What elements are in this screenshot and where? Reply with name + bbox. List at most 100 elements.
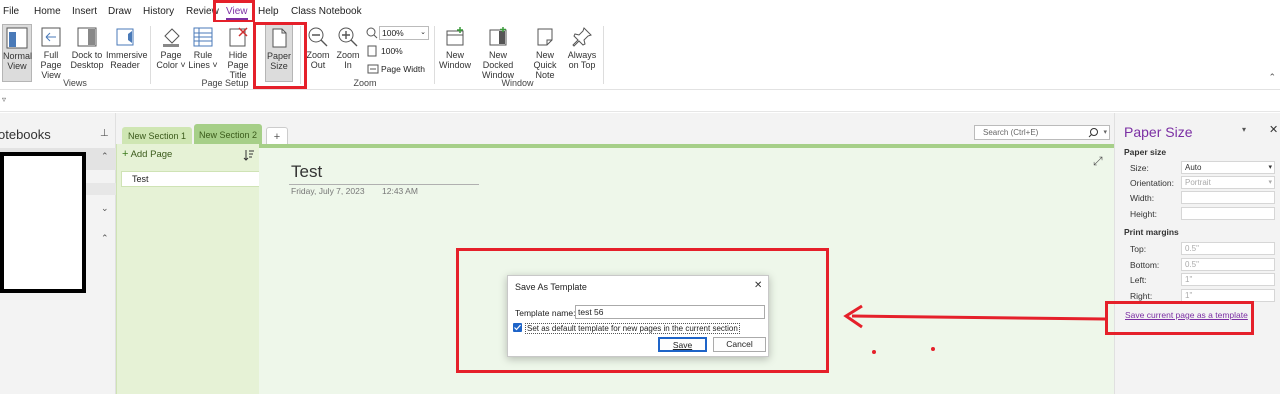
size-label: Size: bbox=[1130, 163, 1149, 173]
bottom-margin-field[interactable]: 0.5" bbox=[1181, 258, 1275, 271]
rule-lines-label-2: Lines ˅ bbox=[188, 60, 218, 70]
menu-class-notebook[interactable]: Class Notebook bbox=[291, 6, 362, 17]
normal-view-button[interactable]: Normal View bbox=[2, 24, 32, 82]
new-window-icon bbox=[446, 27, 464, 46]
menu-history[interactable]: History bbox=[143, 6, 174, 17]
zoom-group-label: Zoom bbox=[353, 78, 377, 88]
search-dropdown-icon[interactable]: ▾ bbox=[1103, 126, 1107, 139]
normal-view-icon bbox=[6, 27, 28, 49]
zoom-out-label-2: Out bbox=[310, 60, 326, 70]
always-top-label-1: Always bbox=[567, 50, 597, 60]
hundred-percent-button[interactable]: 100% bbox=[381, 46, 403, 56]
full-page-label-1: Full Page bbox=[40, 50, 62, 70]
normal-view-label-2: View bbox=[7, 61, 27, 71]
top-margin-field[interactable]: 0.5" bbox=[1181, 242, 1275, 255]
page-setup-group-label: Page Setup bbox=[201, 78, 249, 88]
chevron-down-icon[interactable]: ⌄ bbox=[101, 203, 109, 214]
chevron-down-icon: ⌄ bbox=[420, 29, 426, 36]
new-window-label-2: Window bbox=[438, 60, 471, 70]
menu-file[interactable]: File bbox=[3, 6, 19, 17]
notebooks-panel: otebooks ⊥ ⌃ ⌄ ⌃ bbox=[0, 113, 116, 394]
zoom-in-button[interactable]: Zoom In bbox=[334, 24, 362, 82]
page-item-test[interactable]: Test bbox=[121, 171, 260, 187]
page-color-button[interactable]: Page Color ˅ bbox=[154, 24, 188, 82]
menu-draw[interactable]: Draw bbox=[108, 6, 131, 17]
print-margins-heading: Print margins bbox=[1124, 227, 1179, 237]
height-field[interactable] bbox=[1181, 207, 1275, 220]
full-page-view-button[interactable]: Full Page View bbox=[34, 24, 68, 82]
chevron-up-icon[interactable]: ⌃ bbox=[101, 151, 109, 162]
new-docked-window-button[interactable]: New Docked Window bbox=[474, 24, 522, 82]
qat-customize-icon[interactable]: ▿ bbox=[2, 95, 6, 104]
pane-title: Paper Size bbox=[1124, 124, 1193, 140]
menu-insert[interactable]: Insert bbox=[72, 6, 97, 17]
full-page-icon bbox=[41, 27, 61, 47]
left-margin-field[interactable]: 1" bbox=[1181, 273, 1275, 286]
window-separator bbox=[603, 26, 604, 84]
add-page-label: Add Page bbox=[130, 149, 173, 160]
add-page-button[interactable]: + Add Page bbox=[122, 148, 172, 160]
chevron-down-icon: ▾ bbox=[1268, 179, 1272, 186]
new-window-label-1: New bbox=[445, 50, 464, 60]
dock-to-desktop-button[interactable]: Dock to Desktop bbox=[70, 24, 104, 82]
redacted-block bbox=[0, 152, 86, 293]
page-list-panel: + Add Page Test bbox=[116, 144, 260, 394]
zoom-in-label-1: Zoom bbox=[336, 50, 360, 60]
hide-page-title-button[interactable]: Hide Page Title bbox=[219, 24, 257, 82]
paper-size-heading: Paper size bbox=[1124, 147, 1167, 157]
height-label: Height: bbox=[1130, 209, 1157, 219]
chevron-up-icon[interactable]: ⌃ bbox=[101, 233, 109, 244]
orientation-value: Portrait bbox=[1185, 178, 1211, 187]
docked-window-icon bbox=[489, 27, 507, 46]
menu-help[interactable]: Help bbox=[258, 6, 279, 17]
left-margin-label: Left: bbox=[1130, 275, 1147, 285]
zoom-out-button[interactable]: Zoom Out bbox=[304, 24, 332, 82]
right-margin-label: Right: bbox=[1130, 291, 1153, 301]
views-separator bbox=[150, 26, 151, 84]
size-select[interactable]: Auto ▾ bbox=[1181, 161, 1275, 174]
dock-label-2: Desktop bbox=[70, 60, 104, 70]
page-date: Friday, July 7, 2023 bbox=[291, 186, 365, 196]
pane-options-icon[interactable]: ▾ bbox=[1242, 125, 1246, 134]
section-tabs-row: New Section 1 New Section 2 + Search (Ct… bbox=[116, 113, 1114, 146]
new-quick-note-button[interactable]: New Quick Note bbox=[524, 24, 566, 82]
orientation-select[interactable]: Portrait ▾ bbox=[1181, 176, 1275, 189]
zoom-in-label-2: In bbox=[344, 60, 352, 70]
notebooks-title: otebooks bbox=[0, 127, 51, 142]
zoom-combo-value: 100% bbox=[382, 28, 404, 38]
top-margin-value: 0.5" bbox=[1185, 244, 1199, 253]
quick-note-label-1: New Quick bbox=[533, 50, 557, 70]
page-title[interactable]: Test bbox=[291, 162, 322, 182]
width-label: Width: bbox=[1130, 193, 1155, 203]
zoom-combo[interactable]: 100% ⌄ bbox=[379, 26, 429, 40]
sort-icon[interactable] bbox=[243, 149, 255, 161]
expand-icon[interactable]: ⤢ bbox=[1093, 154, 1103, 169]
annotation-paper-size-box bbox=[253, 22, 307, 89]
bottom-margin-value: 0.5" bbox=[1185, 260, 1199, 269]
annotation-arrow bbox=[843, 304, 1106, 329]
annotation-dot bbox=[931, 347, 935, 351]
page-color-label-2: Color ˅ bbox=[156, 60, 186, 70]
page-width-button[interactable]: Page Width bbox=[381, 64, 425, 74]
immersive-reader-button[interactable]: Immersive Reader bbox=[106, 24, 148, 82]
ribbon-collapse-icon[interactable]: ⌃ bbox=[1268, 72, 1276, 83]
menu-bar: File Home Insert Draw History Review Vie… bbox=[0, 0, 1280, 22]
tab-new-section-2[interactable]: New Section 2 bbox=[194, 124, 262, 146]
hide-title-label-2: Page Title bbox=[227, 60, 249, 80]
hide-title-icon bbox=[229, 27, 248, 47]
right-margin-value: 1" bbox=[1185, 291, 1193, 300]
width-field[interactable] bbox=[1181, 191, 1275, 204]
new-window-button[interactable]: New Window bbox=[437, 24, 473, 82]
menu-home[interactable]: Home bbox=[34, 6, 61, 17]
zoom-magnifier-icon bbox=[366, 27, 378, 39]
always-on-top-button[interactable]: Always on Top bbox=[566, 24, 598, 82]
page-item-label: Test bbox=[132, 174, 149, 184]
add-section-label: + bbox=[273, 131, 281, 143]
normal-view-label-1: Normal bbox=[3, 51, 33, 61]
close-icon[interactable]: ✕ bbox=[1269, 123, 1278, 136]
hide-title-label-1: Hide bbox=[228, 50, 248, 60]
page-width-icon bbox=[367, 64, 379, 74]
search-box[interactable]: Search (Ctrl+E) ▾ bbox=[974, 125, 1110, 140]
rule-lines-button[interactable]: Rule Lines ˅ bbox=[188, 24, 218, 82]
pin-pane-icon[interactable]: ⊥ bbox=[100, 128, 109, 139]
